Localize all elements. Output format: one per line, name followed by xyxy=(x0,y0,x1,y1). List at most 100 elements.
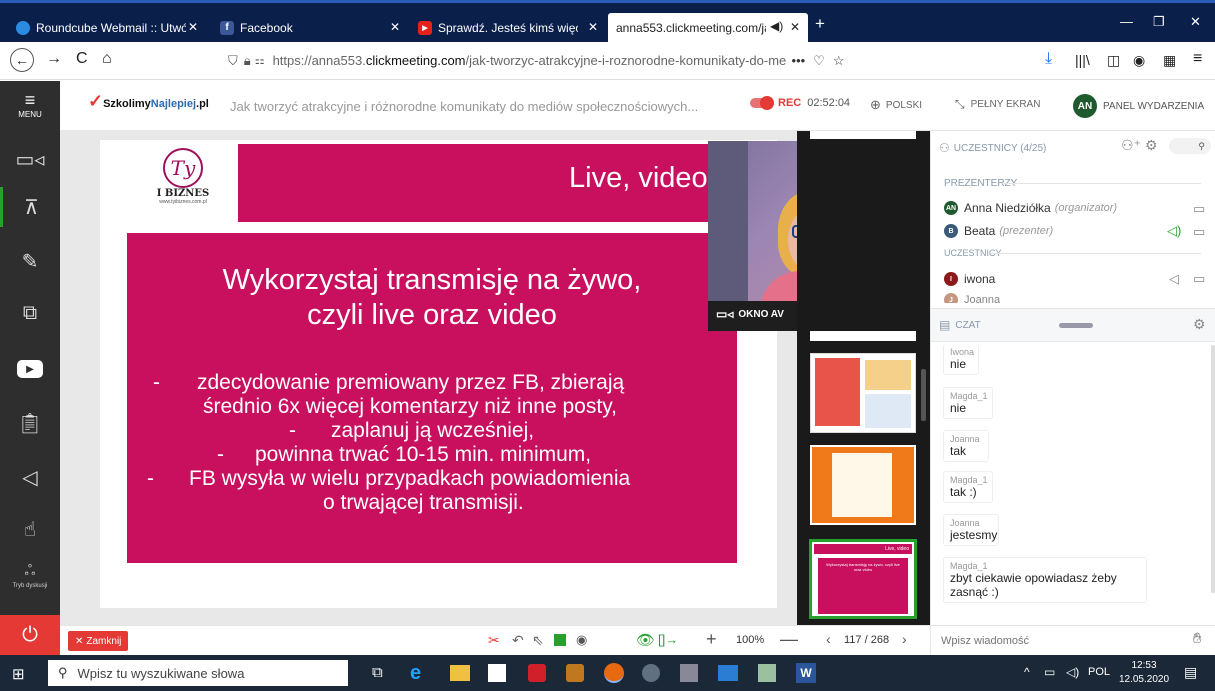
bookmark-star-icon[interactable]: ☆ xyxy=(833,53,845,69)
slide-thumbnail-current[interactable]: Live, video Wykorzystaj transmisję na ży… xyxy=(809,539,917,619)
app-icon[interactable] xyxy=(758,664,776,682)
zoom-in-icon[interactable]: + xyxy=(706,629,717,650)
screen-icon[interactable]: ▭ xyxy=(1193,224,1205,240)
app-icon[interactable] xyxy=(642,664,660,682)
reload-icon[interactable]: C xyxy=(76,50,88,68)
new-tab-icon[interactable]: + xyxy=(815,14,825,34)
language-button[interactable]: ⊕ POLSKI xyxy=(870,97,922,113)
participants-settings-icon[interactable]: ⚙ xyxy=(1145,137,1158,154)
follow-presenter-icon[interactable]: []→ xyxy=(658,632,678,647)
back-icon[interactable]: ← xyxy=(10,48,34,72)
event-panel-button[interactable]: AN PANEL WYDARZENIA xyxy=(1073,94,1204,118)
taskbar-search[interactable]: ⚲ Wpisz tu wyszukiwane słowa xyxy=(48,660,348,686)
word-icon[interactable]: W xyxy=(796,663,816,683)
extensions-icon[interactable]: ▦ xyxy=(1163,52,1176,69)
tab-clickmeeting[interactable]: anna553.clickmeeting.com/jak- ◀) ✕ xyxy=(608,13,808,42)
color-picker-icon[interactable] xyxy=(554,634,566,646)
windows-start-icon[interactable]: ⊞ xyxy=(12,665,25,683)
chat-settings-icon[interactable]: ⚙ xyxy=(1193,316,1206,333)
close-tab-icon[interactable]: ✕ xyxy=(188,20,198,34)
slide-thumbnail[interactable] xyxy=(810,353,916,433)
language-indicator[interactable]: POL xyxy=(1088,666,1110,678)
next-page-icon[interactable]: › xyxy=(902,631,907,647)
tab-facebook[interactable]: f Facebook ✕ xyxy=(212,13,408,42)
undo-icon[interactable]: ↶ xyxy=(512,632,524,649)
file-explorer-icon[interactable] xyxy=(450,665,470,681)
presentation-icon[interactable]: ⊼ xyxy=(0,187,60,227)
url-bar[interactable]: ⛉ 🔒︎ ⚏ https://anna553. clickmeeting.com /… xyxy=(220,47,940,74)
app-icon[interactable] xyxy=(566,664,584,682)
chat-input[interactable] xyxy=(941,630,1181,652)
close-presentation-button[interactable]: ✕ Zamknij xyxy=(68,631,129,651)
tab-title: Facebook xyxy=(240,20,293,35)
survey-icon[interactable]: 📋︎ xyxy=(0,403,60,443)
clock[interactable]: 12:53 12.05.2020 xyxy=(1114,659,1174,687)
add-user-icon[interactable]: ⚇⁺ xyxy=(1121,137,1141,154)
close-window-icon[interactable]: ✕ xyxy=(1190,14,1201,30)
brush-size-icon[interactable]: ◉ xyxy=(576,632,587,648)
tab-roundcube[interactable]: Roundcube Webmail :: Utwórz ✕ xyxy=(8,13,206,42)
search-icon[interactable]: ⚲ xyxy=(1169,138,1211,154)
participant-row[interactable]: I iwona xyxy=(944,272,995,286)
network-icon[interactable]: ▭ xyxy=(1044,665,1055,679)
slide-thumbnail[interactable] xyxy=(810,331,916,341)
minimize-icon[interactable]: — xyxy=(1120,14,1133,29)
page-actions-icon[interactable]: ••• xyxy=(792,53,806,68)
close-tab-icon[interactable]: ✕ xyxy=(390,20,400,34)
store-icon[interactable] xyxy=(488,664,506,682)
task-view-icon[interactable]: ⧉ xyxy=(372,664,383,681)
call-to-action-icon[interactable]: ◁ xyxy=(0,457,60,497)
previous-page-icon[interactable]: ‹ xyxy=(826,631,831,647)
discussion-mode-button[interactable]: ஃ Tryb dyskusji xyxy=(0,553,60,597)
close-tab-icon[interactable]: ✕ xyxy=(790,20,800,34)
laser-pointer-icon[interactable]: ✂ xyxy=(488,632,500,649)
tray-arrow-icon[interactable]: ^ xyxy=(1024,665,1030,679)
restore-icon[interactable]: ❐ xyxy=(1153,14,1165,30)
mail-icon[interactable] xyxy=(718,665,738,681)
rec-indicator[interactable]: REC 02:52:04 xyxy=(750,96,850,110)
slide-thumbnail[interactable] xyxy=(810,445,916,525)
notifications-icon[interactable]: ▤ xyxy=(1184,664,1197,681)
participant-row-clipped[interactable]: J Joanna xyxy=(944,293,1204,303)
power-icon[interactable]: ⏻ xyxy=(0,615,60,655)
logo: ✓SzkolimyNajlepiej.pl xyxy=(88,92,209,110)
forward-icon[interactable]: → xyxy=(46,50,62,68)
speaker-on-icon[interactable]: ◁) xyxy=(1167,223,1181,239)
chat-scrollbar[interactable] xyxy=(1211,345,1215,593)
zoom-out-icon[interactable]: — xyxy=(780,629,798,650)
fullscreen-button[interactable]: ⤡ PEŁNY EKRAN xyxy=(955,97,1040,112)
pocket-icon[interactable]: ♡ xyxy=(813,53,825,69)
sidebar-icon[interactable]: ◫ xyxy=(1107,52,1120,69)
touch-icon[interactable]: ☝︎ xyxy=(0,509,60,549)
participant-row[interactable]: AN Anna Niedziółka (organizator) xyxy=(944,201,1117,215)
slide-thumbnail[interactable] xyxy=(810,131,916,139)
app-icon[interactable] xyxy=(528,664,546,682)
edge-icon[interactable]: e xyxy=(410,663,430,683)
youtube-video-icon[interactable]: ▶ xyxy=(0,349,60,389)
participant-row[interactable]: B Beata (prezenter) xyxy=(944,224,1053,238)
account-icon[interactable]: ◉ xyxy=(1133,52,1145,69)
close-tab-icon[interactable]: ✕ xyxy=(588,20,598,34)
tab-youtube[interactable]: ▶ Sprawdź. Jesteś kimś więcej niż ✕ xyxy=(410,13,606,42)
library-icon[interactable]: |||\ xyxy=(1075,52,1090,68)
sound-icon[interactable]: ◀) xyxy=(770,19,783,33)
eye-icon[interactable]: 👁︎ xyxy=(636,631,655,649)
bullet-text: FB wysyła w wielu przypadkach powiadomie… xyxy=(189,467,631,490)
raise-hand-icon[interactable]: ✋︎ xyxy=(1193,630,1202,647)
camera-icon[interactable]: ▭◃ xyxy=(0,139,60,179)
screen-share-icon[interactable]: ⧉ xyxy=(0,293,60,333)
chat-resize-handle[interactable] xyxy=(1059,323,1093,328)
screen-icon[interactable]: ▭ xyxy=(1193,201,1205,217)
home-icon[interactable]: ⌂ xyxy=(102,50,112,68)
speaker-icon[interactable]: ◁ xyxy=(1169,271,1179,287)
volume-icon[interactable]: ◁) xyxy=(1066,665,1079,679)
hamburger-menu-icon[interactable]: ≡ xyxy=(1193,50,1202,68)
firefox-icon[interactable] xyxy=(604,663,624,683)
pointer-icon[interactable]: ⇖ xyxy=(532,632,544,649)
screen-icon[interactable]: ▭ xyxy=(1193,271,1205,287)
thumbnail-scrollbar[interactable] xyxy=(921,369,926,421)
menu-button[interactable]: ≡ MENU xyxy=(0,81,60,131)
whiteboard-pen-icon[interactable]: ✎ xyxy=(0,241,60,281)
downloads-icon[interactable]: ⤓ xyxy=(1045,50,1052,68)
app-icon[interactable] xyxy=(680,664,698,682)
